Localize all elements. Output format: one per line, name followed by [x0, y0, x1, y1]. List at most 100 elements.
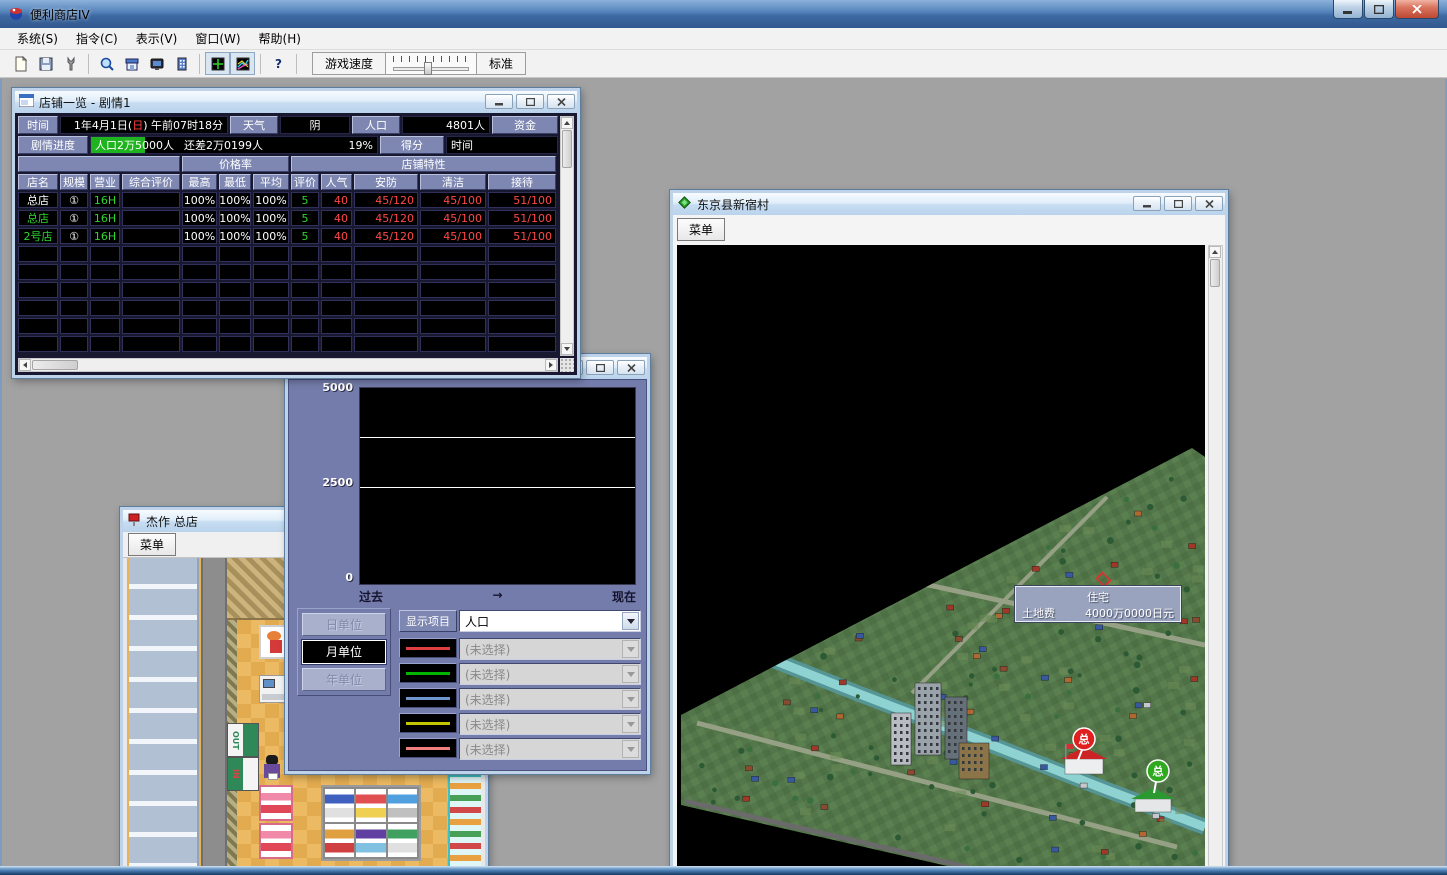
- y-axis-tick: 2500: [289, 476, 353, 489]
- cell-avg: 100%: [253, 192, 289, 208]
- scrollbar-thumb[interactable]: [1210, 259, 1220, 287]
- scroll-up-icon[interactable]: [561, 117, 573, 129]
- series-select: (未选择): [459, 638, 641, 660]
- maximize-button[interactable]: [1164, 196, 1192, 211]
- cell-low: 100%: [219, 192, 251, 208]
- close-button[interactable]: [1395, 0, 1439, 19]
- close-button[interactable]: [617, 360, 645, 375]
- main-title-bar: 便利商店IV: [0, 0, 1447, 28]
- monitor-icon[interactable]: [144, 52, 169, 75]
- column-header[interactable]: 清洁: [420, 174, 486, 190]
- scenario-progress-label: 剧情进度: [18, 136, 88, 154]
- menu-item[interactable]: 指令(C): [67, 28, 127, 49]
- status-row-1: 时间 1年4月1日(日) 午前07时18分 天气 阴 人口 4801人 资金: [18, 116, 558, 134]
- y-axis-tick: 5000: [289, 381, 353, 394]
- customer-sprite: [263, 755, 283, 785]
- display-item-select[interactable]: 人口: [459, 610, 641, 632]
- column-header[interactable]: 最低: [219, 174, 251, 190]
- cell-name: 2号店: [18, 228, 58, 244]
- table-row[interactable]: 总店①16H100%100%100%54045/12045/10051/100: [18, 210, 558, 226]
- column-header[interactable]: 店名: [18, 174, 58, 190]
- scroll-right-icon[interactable]: [545, 359, 557, 371]
- cell-service: 51/100: [488, 228, 556, 244]
- help-button[interactable]: ?: [266, 52, 291, 75]
- maximize-button[interactable]: [516, 94, 544, 109]
- column-header[interactable]: 最高: [182, 174, 217, 190]
- column-header[interactable]: 评价: [291, 174, 319, 190]
- game-speed-group: 游戏速度 标准: [312, 52, 526, 75]
- scroll-left-icon[interactable]: [19, 359, 31, 371]
- graph-window: 5000 2500 0 过去 → 现在 日单位 月单位 年单位 显示项目 人口: [285, 354, 650, 774]
- wrench-icon[interactable]: [58, 52, 83, 75]
- save-icon[interactable]: [33, 52, 58, 75]
- close-button[interactable]: [1195, 196, 1223, 211]
- scroll-down-icon[interactable]: [561, 343, 573, 355]
- status-row-2: 剧情进度 人口2万5000人 还差2万0199人 19% 得分 时间: [18, 136, 558, 154]
- menu-item[interactable]: 系统(S): [8, 28, 67, 49]
- column-header[interactable]: 规模: [60, 174, 88, 190]
- population-value: 4801人: [402, 116, 490, 134]
- slider-thumb[interactable]: [424, 62, 432, 75]
- scrollbar-thumb[interactable]: [562, 130, 572, 168]
- graph-plot-area: [359, 387, 636, 585]
- chevron-down-icon[interactable]: [622, 612, 639, 630]
- column-header[interactable]: 综合评价: [122, 174, 180, 190]
- unit-month-button[interactable]: 月单位: [302, 640, 386, 663]
- store-list-title-bar[interactable]: 店铺一览 - 剧情1: [15, 91, 577, 113]
- table-row[interactable]: 总店①16H100%100%100%54045/12045/10051/100: [18, 192, 558, 208]
- minimize-button[interactable]: [1333, 0, 1363, 19]
- close-button[interactable]: [547, 94, 575, 109]
- map-viewport[interactable]: 总总 住宅 土地费 4000万0000日元: [677, 245, 1205, 866]
- cell-hours: 16H: [90, 210, 120, 226]
- vertical-scrollbar[interactable]: [560, 116, 574, 356]
- menu-item[interactable]: 表示(V): [127, 28, 187, 49]
- zoom-icon[interactable]: [94, 52, 119, 75]
- store-icon[interactable]: [119, 52, 144, 75]
- cell-popularity: 40: [321, 210, 352, 226]
- scroll-up-icon[interactable]: [1209, 246, 1221, 258]
- toolbar-separator: [260, 54, 261, 74]
- minimize-button[interactable]: [485, 94, 513, 109]
- map-vertical-scrollbar[interactable]: [1208, 245, 1223, 866]
- x-axis-past: 过去: [359, 588, 383, 605]
- menu-bar: 系统(S)指令(C)表示(V)窗口(W)帮助(H): [0, 28, 1447, 50]
- maximize-button[interactable]: [1364, 0, 1394, 19]
- horizontal-scrollbar[interactable]: [18, 358, 558, 372]
- progress-percent: 19%: [349, 139, 373, 152]
- display-item-label: 显示项目: [399, 610, 457, 632]
- game-speed-slider[interactable]: [386, 52, 476, 75]
- column-header[interactable]: 营业: [90, 174, 120, 190]
- column-header[interactable]: 安防: [354, 174, 418, 190]
- chevron-down-icon: [622, 740, 639, 758]
- column-header[interactable]: 人气: [321, 174, 352, 190]
- menu-item[interactable]: 窗口(W): [186, 28, 249, 49]
- new-document-icon[interactable]: [8, 52, 33, 75]
- column-header[interactable]: 接待: [488, 174, 556, 190]
- store-menu-button[interactable]: 菜单: [128, 533, 176, 556]
- map-title: 东京县新宿村: [697, 196, 769, 213]
- svg-text:总: 总: [1153, 764, 1164, 778]
- svg-text:总: 总: [1079, 732, 1090, 746]
- maximize-button[interactable]: [586, 360, 614, 375]
- mdi-workspace: 杰作 总店 菜单 OUT IN: [0, 79, 1447, 866]
- column-header[interactable]: 平均: [253, 174, 289, 190]
- store-list-body: 时间 1年4月1日(日) 午前07时18分 天气 阴 人口 4801人 资金 剧…: [15, 113, 577, 375]
- chart-view-icon[interactable]: [230, 52, 255, 75]
- resize-grip[interactable]: [560, 358, 574, 372]
- menu-item[interactable]: 帮助(H): [250, 28, 310, 49]
- signboard-icon: [127, 513, 141, 530]
- map-menu-button[interactable]: 菜单: [677, 218, 725, 241]
- map-title-bar[interactable]: 东京县新宿村: [673, 193, 1225, 215]
- table-row-empty: [18, 318, 558, 334]
- scrollbar-thumb[interactable]: [32, 360, 78, 370]
- table-row[interactable]: 2号店①16H100%100%100%54045/12045/10051/100: [18, 228, 558, 244]
- score-value: 时间: [446, 136, 558, 154]
- cell-popularity: 40: [321, 228, 352, 244]
- table-view-icon[interactable]: [205, 52, 230, 75]
- cell-avg: 100%: [253, 210, 289, 226]
- series-color-swatch: [399, 688, 457, 708]
- cell-security: 45/120: [354, 210, 418, 226]
- table-row-empty: [18, 300, 558, 316]
- minimize-button[interactable]: [1133, 196, 1161, 211]
- building-icon[interactable]: [169, 52, 194, 75]
